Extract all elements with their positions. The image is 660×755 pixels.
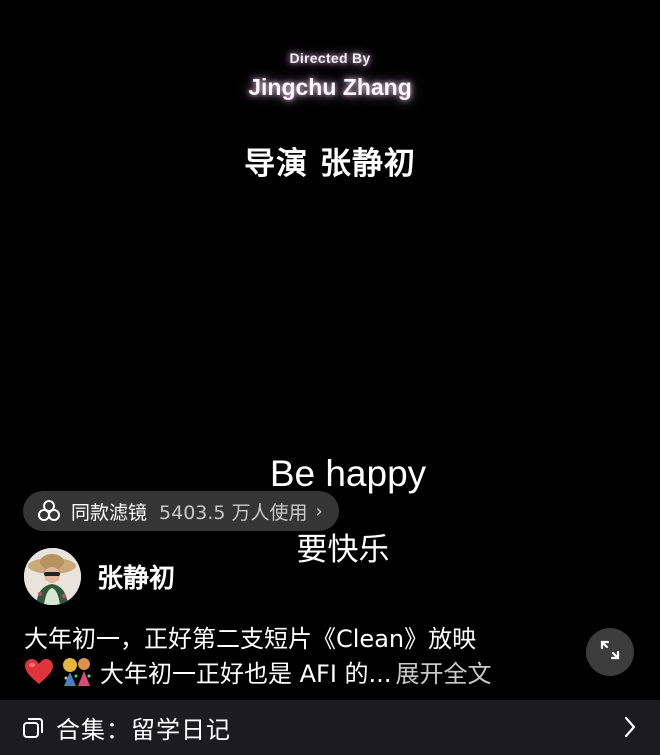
- filter-name: 同款滤镜: [71, 501, 148, 524]
- fullscreen-button[interactable]: [586, 628, 634, 676]
- expand-full-text-link[interactable]: 展开全文: [395, 660, 491, 688]
- filter-icon: [37, 499, 61, 523]
- author-name[interactable]: 张静初: [97, 558, 175, 595]
- same-filter-button[interactable]: 同款滤镜 5403.5 万人使用 ›: [23, 491, 339, 531]
- author-row[interactable]: 张静初: [24, 548, 175, 605]
- avatar[interactable]: [24, 548, 81, 605]
- filter-usage-count: 5403.5 万人使用: [159, 501, 308, 524]
- caption-line-1: 大年初一，正好第二支短片《Clean》放映: [24, 625, 477, 653]
- video-subtitle-director: 导演 张静初: [244, 146, 416, 182]
- red-heart-emoji-icon: [24, 658, 54, 695]
- video-subtitle-english: Be happy: [269, 453, 427, 494]
- caption-line-2-text: 大年初一正好也是 AFI 的...: [100, 660, 392, 688]
- celebration-emoji-icon: [60, 656, 94, 695]
- collection-label: 合集：留学日记: [56, 716, 231, 744]
- expand-icon: [598, 638, 622, 666]
- video-credit-label: Directed By: [289, 50, 371, 66]
- collection-icon: [22, 717, 44, 739]
- chevron-right-icon: ›: [315, 500, 323, 522]
- chevron-right-icon: [624, 716, 636, 738]
- caption-line-2: 大年初一正好也是 AFI 的... 展开全文: [24, 656, 584, 695]
- video-credit-name: Jingchu Zhang: [248, 74, 412, 100]
- post-caption[interactable]: 大年初一，正好第二支短片《Clean》放映 大年初一正好也是 AFI 的... 展…: [24, 622, 584, 695]
- collection-bar[interactable]: 合集：留学日记: [0, 700, 660, 755]
